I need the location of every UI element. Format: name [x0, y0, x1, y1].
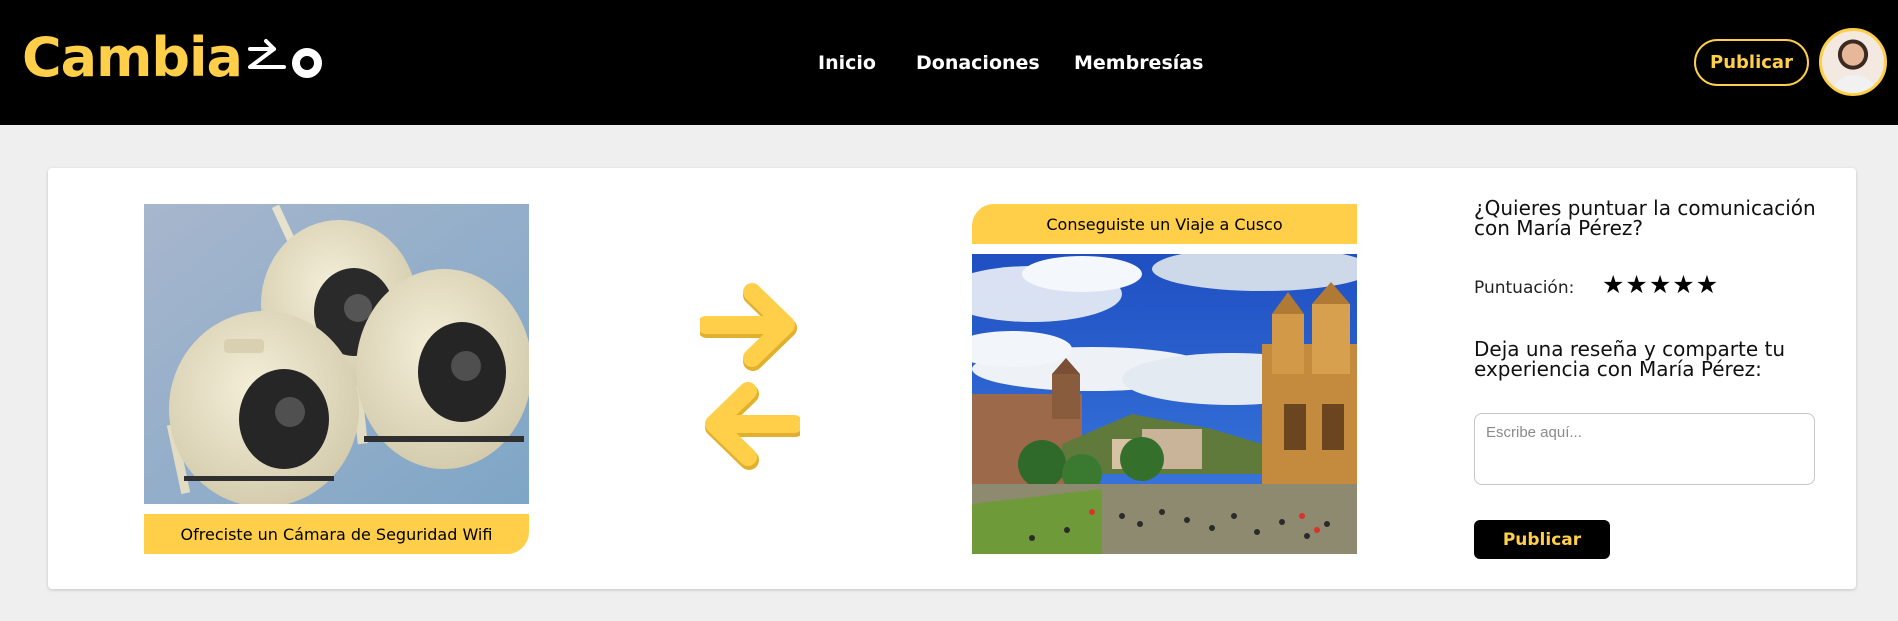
arrow-left-icon [705, 382, 800, 470]
nav-membresias[interactable]: Membresías [1074, 48, 1203, 78]
offered-item-image [144, 204, 529, 504]
top-navigation-bar: Cambia Inicio Donaciones Membresías Publ… [0, 0, 1898, 125]
arrow-right-icon [700, 283, 797, 371]
review-prompt: Deja una reseña y comparte tu experienci… [1474, 337, 1786, 381]
star-rating: ★ ★ ★ ★ ★ [1602, 270, 1718, 300]
main-nav: Inicio Donaciones Membresías [0, 48, 1898, 78]
received-item-image [972, 254, 1357, 554]
cusco-plaza-illustration [972, 254, 1357, 554]
security-cameras-illustration [144, 204, 529, 504]
star-icon-2[interactable]: ★ [1625, 270, 1647, 300]
avatar-shirt [1830, 75, 1878, 93]
nav-inicio[interactable]: Inicio [818, 48, 876, 78]
review-input[interactable] [1474, 413, 1815, 485]
star-icon-1[interactable]: ★ [1602, 270, 1624, 300]
publish-review-button[interactable]: Publicar [1474, 520, 1610, 559]
star-icon-4[interactable]: ★ [1672, 270, 1694, 300]
user-avatar[interactable] [1819, 28, 1887, 96]
score-label: Puntuación: [1474, 278, 1575, 298]
rating-question: ¿Quieres puntuar la comunicación con Mar… [1474, 196, 1816, 240]
exchange-arrows [700, 283, 800, 470]
publish-button-header[interactable]: Publicar [1694, 39, 1809, 86]
star-icon-5[interactable]: ★ [1696, 270, 1718, 300]
nav-donaciones[interactable]: Donaciones [916, 48, 1040, 78]
star-icon-3[interactable]: ★ [1649, 270, 1671, 300]
offered-item-label: Ofreciste un Cámara de Seguridad Wifi [144, 514, 529, 554]
received-item-label: Conseguiste un Viaje a Cusco [972, 204, 1357, 244]
